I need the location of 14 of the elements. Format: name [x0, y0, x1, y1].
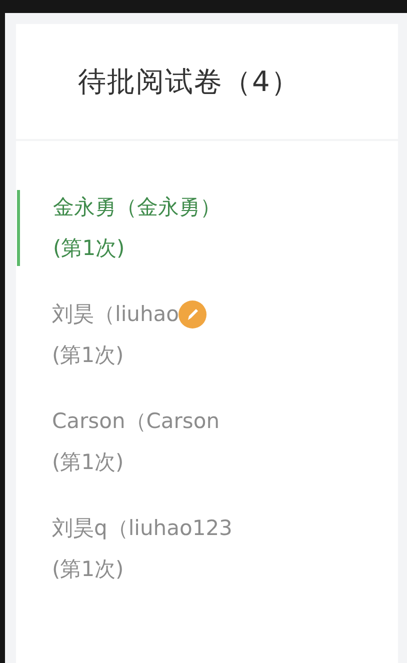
- attempt-label: (第1次): [53, 235, 125, 262]
- paper-list-item[interactable]: 金永勇（金永勇） (第1次): [17, 190, 398, 266]
- student-name: 金永勇（金永勇）: [53, 194, 221, 221]
- paper-list-item[interactable]: 刘昊（liuhao (第1次): [17, 297, 398, 373]
- paper-list-item[interactable]: 刘昊q（liuhao123 (第1次): [17, 511, 398, 587]
- paper-list-item[interactable]: Carson（Carson (第1次): [17, 404, 398, 480]
- page-title: 待批阅试卷（4）: [78, 64, 300, 100]
- student-name: 刘昊q（liuhao123: [52, 515, 232, 542]
- student-name: Carson（Carson: [52, 408, 220, 435]
- attempt-label: (第1次): [52, 449, 124, 476]
- student-name: 刘昊（liuhao: [52, 301, 180, 328]
- pencil-icon: [178, 300, 208, 329]
- attempt-label: (第1次): [52, 556, 124, 583]
- attempt-label: (第1次): [52, 342, 124, 369]
